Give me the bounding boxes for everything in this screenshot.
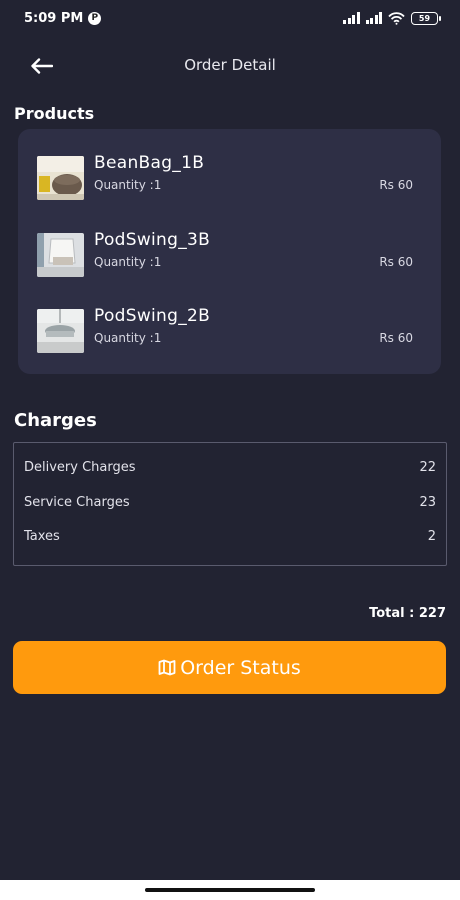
product-name: PodSwing_3B — [94, 230, 211, 250]
map-icon — [158, 659, 176, 676]
status-time: 5:09 PM — [24, 10, 84, 26]
product-price: Rs 60 — [379, 255, 413, 269]
product-thumbnail — [37, 156, 84, 200]
products-card: BeanBag_1B Quantity :1 Rs 60 PodSwing_3B… — [18, 129, 441, 374]
charge-value: 22 — [419, 460, 436, 475]
charge-value: 2 — [427, 529, 436, 544]
battery-level: 59 — [418, 13, 431, 23]
home-indicator[interactable] — [145, 888, 315, 892]
app-header: Order Detail — [0, 46, 460, 86]
app-notification-icon: P — [88, 11, 102, 25]
order-status-label: Order Status — [180, 656, 301, 679]
product-quantity: Quantity :1 — [94, 178, 162, 192]
signal-icon-2 — [365, 12, 382, 24]
status-right: 59 — [343, 11, 441, 25]
product-price: Rs 60 — [379, 331, 413, 345]
product-item[interactable]: PodSwing_2B Quantity :1 Rs 60 — [18, 304, 441, 360]
charges-section-title: Charges — [14, 410, 97, 431]
charge-value: 23 — [419, 495, 436, 510]
order-detail-screen: 5:09 PM P 59 Order Detail Products BeanB… — [0, 0, 460, 900]
signal-icon — [343, 12, 360, 24]
status-left: 5:09 PM P — [24, 10, 102, 26]
product-name: PodSwing_2B — [94, 306, 211, 326]
product-quantity: Quantity :1 — [94, 331, 162, 345]
order-total: Total : 227 — [369, 606, 446, 621]
charge-row: Service Charges 23 — [24, 495, 436, 515]
products-section-title: Products — [14, 104, 95, 123]
product-thumbnail — [37, 309, 84, 353]
order-status-button[interactable]: Order Status — [13, 641, 446, 694]
product-price: Rs 60 — [379, 178, 413, 192]
charge-row: Delivery Charges 22 — [24, 460, 436, 480]
product-name: BeanBag_1B — [94, 153, 205, 173]
product-item[interactable]: BeanBag_1B Quantity :1 Rs 60 — [18, 151, 441, 207]
product-item[interactable]: PodSwing_3B Quantity :1 Rs 60 — [18, 228, 441, 284]
charge-row: Taxes 2 — [24, 529, 436, 549]
product-thumbnail — [37, 233, 84, 277]
page-title: Order Detail — [184, 56, 276, 74]
product-quantity: Quantity :1 — [94, 255, 162, 269]
charges-box: Delivery Charges 22 Service Charges 23 T… — [13, 442, 447, 566]
charge-label: Taxes — [24, 529, 60, 544]
status-bar: 5:09 PM P 59 — [0, 0, 460, 36]
battery-icon: 59 — [411, 11, 441, 25]
charge-label: Delivery Charges — [24, 460, 136, 475]
charge-label: Service Charges — [24, 495, 130, 510]
wifi-icon — [388, 11, 405, 25]
